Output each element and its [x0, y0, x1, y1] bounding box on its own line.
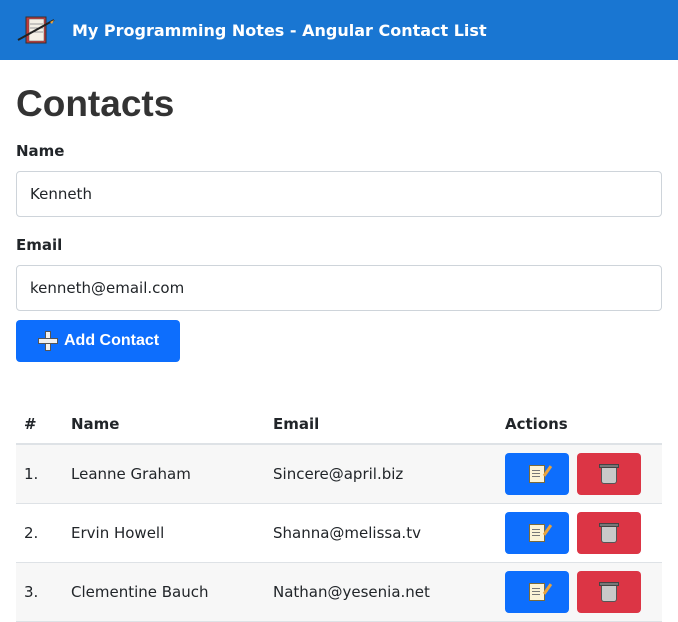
column-header-name: Name	[63, 405, 265, 445]
delete-button[interactable]	[577, 571, 641, 613]
memo-icon	[529, 465, 545, 483]
table-header-row: # Name Email Actions	[16, 405, 662, 445]
table-row: 2. Ervin Howell Shanna@melissa.tv	[16, 503, 662, 563]
row-name: Ervin Howell	[63, 503, 265, 563]
contacts-table: # Name Email Actions 1. Leanne Graham Si…	[16, 405, 662, 622]
table-row: 3. Clementine Bauch Nathan@yesenia.net	[16, 562, 662, 622]
wastebasket-icon	[599, 464, 619, 484]
page-title: Contacts	[16, 83, 175, 124]
edit-button[interactable]	[505, 571, 569, 613]
row-email: Sincere@april.biz	[265, 444, 497, 504]
add-contact-button[interactable]: Add Contact	[16, 320, 180, 362]
column-header-actions: Actions	[497, 405, 662, 445]
email-field[interactable]: kenneth@email.com	[16, 265, 662, 311]
wastebasket-icon	[599, 523, 619, 543]
row-name: Leanne Graham	[63, 444, 265, 504]
column-header-number: #	[16, 405, 63, 445]
column-header-email: Email	[265, 405, 497, 445]
row-number: 3.	[16, 562, 63, 622]
app-header: My Programming Notes - Angular Contact L…	[0, 0, 678, 60]
notebook-logo-icon	[16, 14, 56, 46]
main-content: Contacts Name Kenneth Email kenneth@emai…	[0, 82, 678, 622]
row-email: Nathan@yesenia.net	[265, 562, 497, 622]
edit-button[interactable]	[505, 453, 569, 495]
row-actions	[497, 562, 662, 622]
plus-icon	[38, 331, 58, 351]
row-name: Clementine Bauch	[63, 562, 265, 622]
table-row: 1. Leanne Graham Sincere@april.biz	[16, 444, 662, 504]
row-actions	[497, 444, 662, 504]
app-title: My Programming Notes - Angular Contact L…	[72, 20, 487, 40]
delete-button[interactable]	[577, 453, 641, 495]
email-label: Email	[16, 236, 63, 254]
email-field-value: kenneth@email.com	[30, 279, 185, 297]
row-email: Shanna@melissa.tv	[265, 503, 497, 563]
wastebasket-icon	[599, 582, 619, 602]
row-actions	[497, 503, 662, 563]
name-field-value: Kenneth	[30, 185, 92, 203]
row-number: 1.	[16, 444, 63, 504]
add-contact-button-label: Add Contact	[64, 332, 160, 349]
name-field[interactable]: Kenneth	[16, 171, 662, 217]
name-label: Name	[16, 142, 65, 160]
memo-icon	[529, 583, 545, 601]
memo-icon	[529, 524, 545, 542]
row-number: 2.	[16, 503, 63, 563]
delete-button[interactable]	[577, 512, 641, 554]
edit-button[interactable]	[505, 512, 569, 554]
